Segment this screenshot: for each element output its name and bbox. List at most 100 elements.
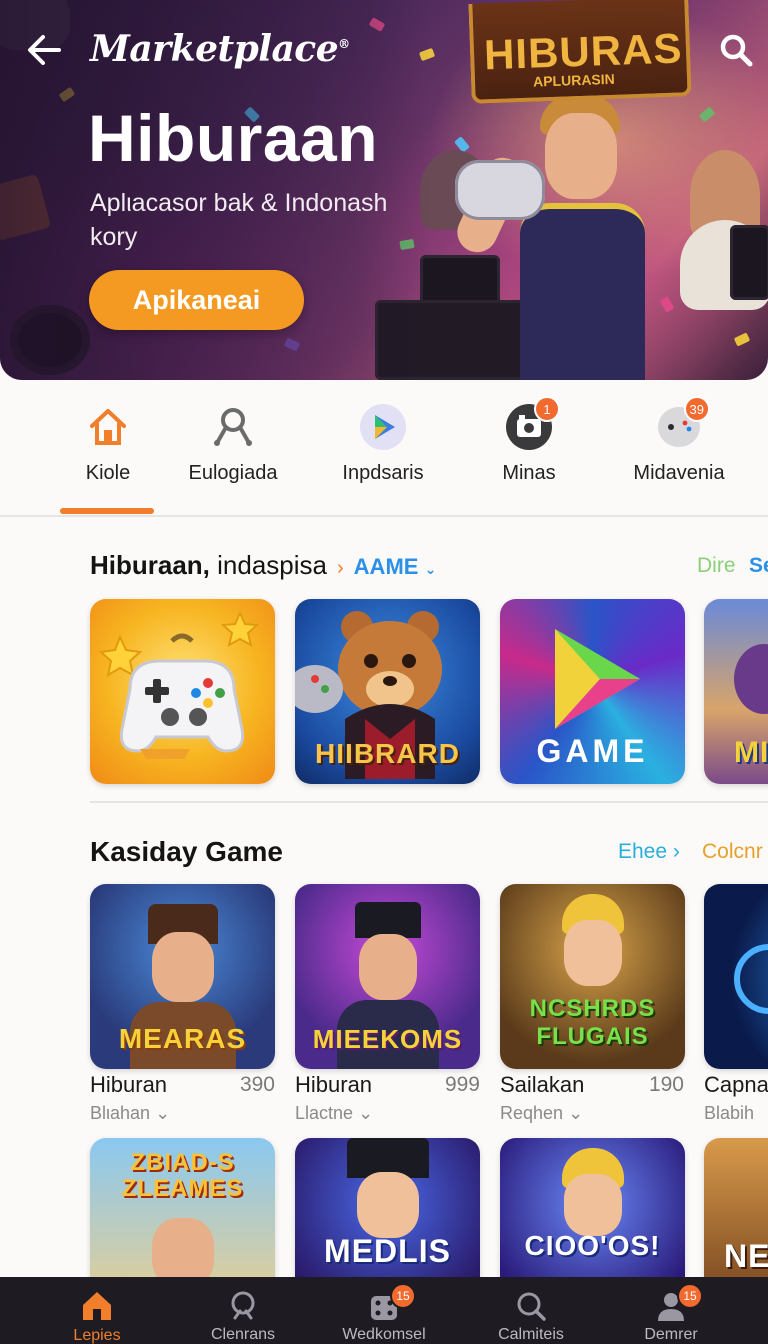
notification-badge: 39 bbox=[683, 396, 710, 422]
tile-glow bbox=[734, 944, 768, 1014]
game-subtitle: Blabih bbox=[704, 1103, 755, 1123]
section-link-label: Ehee bbox=[618, 840, 668, 863]
tab-label: Inpdsaris bbox=[342, 462, 424, 484]
back-button[interactable] bbox=[22, 30, 66, 70]
brand-mark: ® bbox=[338, 37, 350, 51]
app-tile[interactable]: MI bbox=[704, 599, 768, 784]
gamepad-icon bbox=[98, 610, 260, 759]
chevron-down-icon: ⌄ bbox=[155, 1103, 171, 1123]
chevron-right-icon: › bbox=[337, 557, 344, 579]
app-tile[interactable]: HIIBRARD bbox=[295, 599, 480, 784]
divider bbox=[0, 515, 768, 517]
controller-in-hand bbox=[455, 160, 545, 220]
tile-caption: MI bbox=[734, 736, 768, 769]
character-art bbox=[355, 902, 421, 938]
game-tile[interactable] bbox=[704, 884, 768, 1069]
section-link-see[interactable]: Se bbox=[749, 554, 768, 578]
search-icon bbox=[225, 1289, 261, 1322]
dice-icon: 15 bbox=[366, 1283, 416, 1322]
nav-label: Calmiteis bbox=[498, 1326, 564, 1343]
game-subtitle-label: Llactne bbox=[295, 1103, 354, 1123]
game-name: Capna bbox=[704, 1072, 768, 1097]
game-subtitle: Blιahan ⌄ bbox=[90, 1103, 170, 1124]
notification-badge: 1 bbox=[534, 396, 560, 422]
search-icon bbox=[720, 34, 753, 67]
confetti bbox=[698, 106, 716, 123]
notification-badge: 15 bbox=[390, 1283, 416, 1309]
camera-icon: 1 bbox=[504, 396, 560, 452]
nav-item-home[interactable]: Lepies bbox=[20, 1277, 174, 1344]
app-root: HIBURAS APLURASIN Marketplace® Hiburaan … bbox=[0, 0, 768, 1344]
nav-item-wedkomsel[interactable]: 15 Wedkomsel bbox=[307, 1277, 461, 1344]
filter-dropdown[interactable]: AAME ⌄ bbox=[354, 554, 437, 579]
confetti bbox=[733, 332, 751, 347]
bottom-navigation: Lepies Clenrans 15 Wedkomsel Calmiteis 1… bbox=[0, 1277, 768, 1344]
tab-eulogiada[interactable]: Eulogiada bbox=[158, 392, 308, 516]
tile-caption: NCSHRDS FLUGAIS bbox=[529, 995, 656, 1050]
tab-minas[interactable]: 1 Minas bbox=[454, 392, 604, 516]
game-name: Hiburan bbox=[295, 1072, 373, 1097]
tile-caption: MIEEKOMS bbox=[312, 1024, 463, 1054]
brand-name: Marketplace bbox=[90, 28, 339, 70]
speaker-graphic bbox=[730, 225, 768, 300]
tab-label: Kiole bbox=[85, 462, 131, 484]
nav-label: Clenrans bbox=[210, 1326, 276, 1343]
section-link-collection[interactable]: Colcnr bbox=[702, 840, 763, 864]
app-tile[interactable]: GAME bbox=[500, 599, 685, 784]
nav-label: Demrer bbox=[644, 1326, 698, 1343]
tile-caption: HIIBRARD bbox=[315, 738, 460, 769]
game-name: Hiburan bbox=[90, 1072, 168, 1097]
game-tile[interactable]: NCSHRDS FLUGAIS bbox=[500, 884, 685, 1069]
tab-midavenia[interactable]: 39 Midavenia bbox=[604, 392, 754, 516]
character-art bbox=[152, 932, 214, 1002]
gamepad-icon: 39 bbox=[654, 396, 710, 452]
brand-logo: Marketplace® bbox=[90, 28, 350, 70]
game-subtitle-label: Reqhen bbox=[500, 1103, 564, 1123]
tile-caption: GAME bbox=[536, 733, 649, 769]
tile-caption: MEDLIS bbox=[324, 1233, 451, 1269]
hero-banner[interactable]: HIBURAS APLURASIN Marketplace® Hiburaan … bbox=[0, 0, 768, 380]
hero-cta-button[interactable]: Apikaneai bbox=[89, 270, 304, 330]
section-title-rest: indaspisa bbox=[209, 550, 327, 580]
chevron-down-icon: ⌄ bbox=[424, 561, 437, 577]
search-button[interactable] bbox=[714, 28, 758, 72]
app-tile[interactable] bbox=[90, 599, 275, 784]
game-subtitle-label: Blιahan bbox=[90, 1103, 151, 1123]
tab-inpdsaris[interactable]: Inpdsaris bbox=[308, 392, 458, 516]
nav-item-clenrans[interactable]: Clenrans bbox=[166, 1277, 320, 1344]
game-tile[interactable]: MIEEKOMS bbox=[295, 884, 480, 1069]
magnifier-icon bbox=[513, 1289, 549, 1322]
game-tile[interactable]: MEARAS bbox=[90, 884, 275, 1069]
section-link-more[interactable]: Dire bbox=[697, 554, 736, 578]
tile-caption: MEARAS bbox=[118, 1023, 247, 1054]
nav-item-demrer[interactable]: 15 Demrer bbox=[594, 1277, 748, 1344]
chevron-down-icon: ⌄ bbox=[568, 1103, 584, 1123]
home-icon bbox=[79, 1289, 115, 1323]
nav-item-calmiteis[interactable]: Calmiteis bbox=[454, 1277, 608, 1344]
game-subtitle: Reqhen ⌄ bbox=[500, 1103, 583, 1124]
section-title: Hiburaan, indaspisa › AAME ⌄ bbox=[90, 550, 436, 581]
notification-badge: 15 bbox=[677, 1283, 703, 1309]
nav-label: Wedkomsel bbox=[342, 1326, 426, 1343]
tab-label: Eulogiada bbox=[188, 462, 278, 484]
home-icon bbox=[83, 402, 133, 452]
nav-label: Lepies bbox=[73, 1327, 121, 1344]
fantasy-hero-art bbox=[734, 644, 768, 714]
tab-label: Minas bbox=[502, 462, 556, 484]
divider bbox=[90, 801, 768, 803]
character-art bbox=[564, 1174, 622, 1236]
section-title-bold: Hiburaan, bbox=[90, 550, 210, 580]
game-subtitle: Llactne ⌄ bbox=[295, 1103, 373, 1124]
user-icon: 15 bbox=[653, 1283, 703, 1322]
section-link-more[interactable]: Ehee › bbox=[618, 840, 680, 864]
character-art bbox=[359, 934, 417, 1000]
active-tab-indicator bbox=[60, 508, 154, 514]
chevron-down-icon: ⌄ bbox=[358, 1103, 374, 1123]
character-art bbox=[564, 920, 622, 986]
tile-caption: ZBIAD-S ZLEAMES bbox=[121, 1149, 244, 1202]
chevron-right-icon: › bbox=[672, 840, 680, 863]
tab-label: Midavenia bbox=[633, 462, 725, 484]
filter-label: AAME bbox=[353, 554, 419, 579]
tile-caption: CIOO'OS! bbox=[524, 1230, 661, 1261]
game-name: Sailakan bbox=[500, 1072, 585, 1097]
